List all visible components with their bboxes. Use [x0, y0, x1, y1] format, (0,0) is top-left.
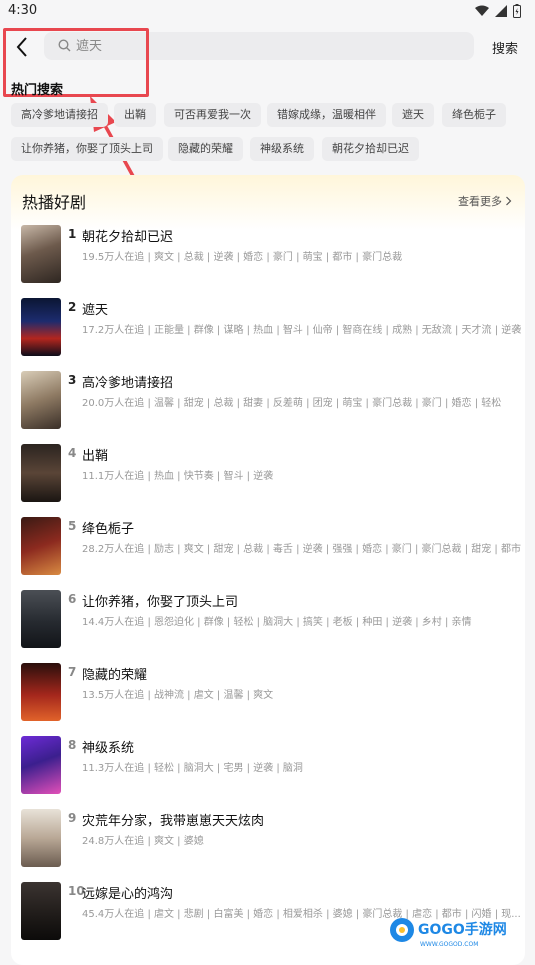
drama-poster [21, 809, 61, 867]
drama-list-item[interactable]: 9 灾荒年分家，我带崽崽天天炫肉 24.8万人在追 | 爽文 | 婆媳 [11, 809, 525, 869]
drama-poster [21, 736, 61, 794]
signal-icon [495, 5, 507, 17]
drama-list-item[interactable]: 1 朝花夕拾却已迟 19.5万人在追 | 爽文 | 总裁 | 逆袭 | 婚恋 |… [11, 225, 525, 285]
chevron-right-icon [506, 196, 512, 206]
rank-number: 4 [68, 446, 77, 460]
drama-meta: 19.5万人在追 | 爽文 | 总裁 | 逆袭 | 婚恋 | 豪门 | 萌宝 |… [82, 252, 403, 263]
hot-drama-card: 热播好剧 查看更多 1 朝花夕拾却已迟 19.5万人在追 | 爽文 | 总裁 |… [11, 175, 525, 965]
drama-poster [21, 517, 61, 575]
drama-list-item[interactable]: 2 遮天 17.2万人在追 | 正能量 | 群像 | 谋略 | 热血 | 智斗 … [11, 298, 525, 358]
drama-poster [21, 590, 61, 648]
rank-number: 3 [68, 373, 77, 387]
drama-poster [21, 225, 61, 283]
status-time: 4:30 [8, 3, 38, 18]
rank-number: 9 [68, 811, 77, 825]
search-button[interactable]: 搜索 [492, 38, 518, 57]
hot-search-chip[interactable]: 隐藏的荣耀 [168, 137, 243, 161]
drama-title: 远嫁是心的鸿沟 [82, 887, 174, 902]
status-bar: 4:30 [0, 0, 535, 24]
drama-meta: 20.0万人在追 | 温馨 | 甜宠 | 总裁 | 甜妻 | 反差萌 | 团宠 … [82, 398, 502, 409]
drama-poster [21, 882, 61, 940]
status-icons [475, 4, 521, 18]
hot-drama-title: 热播好剧 [22, 193, 87, 212]
drama-meta: 11.1万人在追 | 热血 | 快节奏 | 智斗 | 逆袭 [82, 471, 274, 482]
battery-icon [513, 4, 521, 18]
rank-number: 1 [68, 227, 77, 241]
drama-poster [21, 444, 61, 502]
hot-search-chip[interactable]: 让你养猪，你娶了顶头上司 [11, 137, 163, 161]
drama-title: 遮天 [82, 303, 109, 318]
view-more-label: 查看更多 [458, 195, 502, 208]
hot-search-chip[interactable]: 神级系统 [250, 137, 314, 161]
drama-list-item[interactable]: 5 绛色栀子 28.2万人在追 | 励志 | 爽文 | 甜宠 | 总裁 | 毒舌… [11, 517, 525, 577]
rank-number: 7 [68, 665, 77, 679]
hot-search-chip[interactable]: 高冷爹地请接招 [11, 103, 108, 127]
drama-meta: 17.2万人在追 | 正能量 | 群像 | 谋略 | 热血 | 智斗 | 仙帝 … [82, 325, 522, 336]
drama-title: 朝花夕拾却已迟 [82, 230, 174, 245]
wifi-icon [475, 5, 489, 16]
hot-search-chip[interactable]: 朝花夕拾却已迟 [322, 137, 419, 161]
drama-meta: 11.3万人在追 | 轻松 | 脑洞大 | 宅男 | 逆袭 | 脑洞 [82, 763, 303, 774]
drama-meta: 28.2万人在追 | 励志 | 爽文 | 甜宠 | 总裁 | 毒舌 | 逆袭 |… [82, 544, 521, 555]
rank-number: 6 [68, 592, 77, 606]
drama-poster [21, 663, 61, 721]
drama-list-item[interactable]: 3 高冷爹地请接招 20.0万人在追 | 温馨 | 甜宠 | 总裁 | 甜妻 |… [11, 371, 525, 431]
drama-meta: 14.4万人在追 | 恩怨迫化 | 群像 | 轻松 | 脑洞大 | 搞笑 | 老… [82, 617, 472, 628]
watermark-url: WWW.GOGOD.COM [420, 941, 478, 948]
view-more-link[interactable]: 查看更多 [458, 193, 512, 209]
drama-title: 出鞘 [82, 449, 109, 464]
hot-search-chip[interactable]: 错嫁成缘，温暖相伴 [267, 103, 386, 127]
hot-search-chip[interactable]: 绛色栀子 [442, 103, 506, 127]
drama-title: 隐藏的荣耀 [82, 668, 148, 683]
drama-list-item[interactable]: 7 隐藏的荣耀 13.5万人在追 | 战神流 | 虐文 | 温馨 | 爽文 [11, 663, 525, 723]
hot-search-chip[interactable]: 可否再爱我一次 [164, 103, 261, 127]
drama-list-item[interactable]: 6 让你养猪，你娶了顶头上司 14.4万人在追 | 恩怨迫化 | 群像 | 轻松… [11, 590, 525, 650]
drama-title: 灾荒年分家，我带崽崽天天炫肉 [82, 814, 265, 829]
hot-search-chip[interactable]: 出鞘 [114, 103, 156, 127]
drama-poster [21, 371, 61, 429]
hot-search-title: 热门搜索 [11, 83, 64, 98]
drama-meta: 24.8万人在追 | 爽文 | 婆媳 [82, 836, 204, 847]
drama-list-item[interactable]: 4 出鞘 11.1万人在追 | 热血 | 快节奏 | 智斗 | 逆袭 [11, 444, 525, 504]
rank-number: 2 [68, 300, 77, 314]
drama-title: 让你养猪，你娶了顶头上司 [82, 595, 239, 610]
drama-title: 绛色栀子 [82, 522, 135, 537]
watermark-brand: GOGO手游网 [418, 921, 507, 938]
drama-list-item[interactable]: 8 神级系统 11.3万人在追 | 轻松 | 脑洞大 | 宅男 | 逆袭 | 脑… [11, 736, 525, 796]
rank-number: 5 [68, 519, 77, 533]
rank-number: 8 [68, 738, 77, 752]
hot-search-chip[interactable]: 遮天 [392, 103, 434, 127]
drama-poster [21, 298, 61, 356]
drama-title: 神级系统 [82, 741, 135, 756]
watermark-logo: GOGO手游网 WWW.GOGOD.COM [390, 918, 507, 948]
drama-title: 高冷爹地请接招 [82, 376, 174, 391]
drama-meta: 13.5万人在追 | 战神流 | 虐文 | 温馨 | 爽文 [82, 690, 274, 701]
